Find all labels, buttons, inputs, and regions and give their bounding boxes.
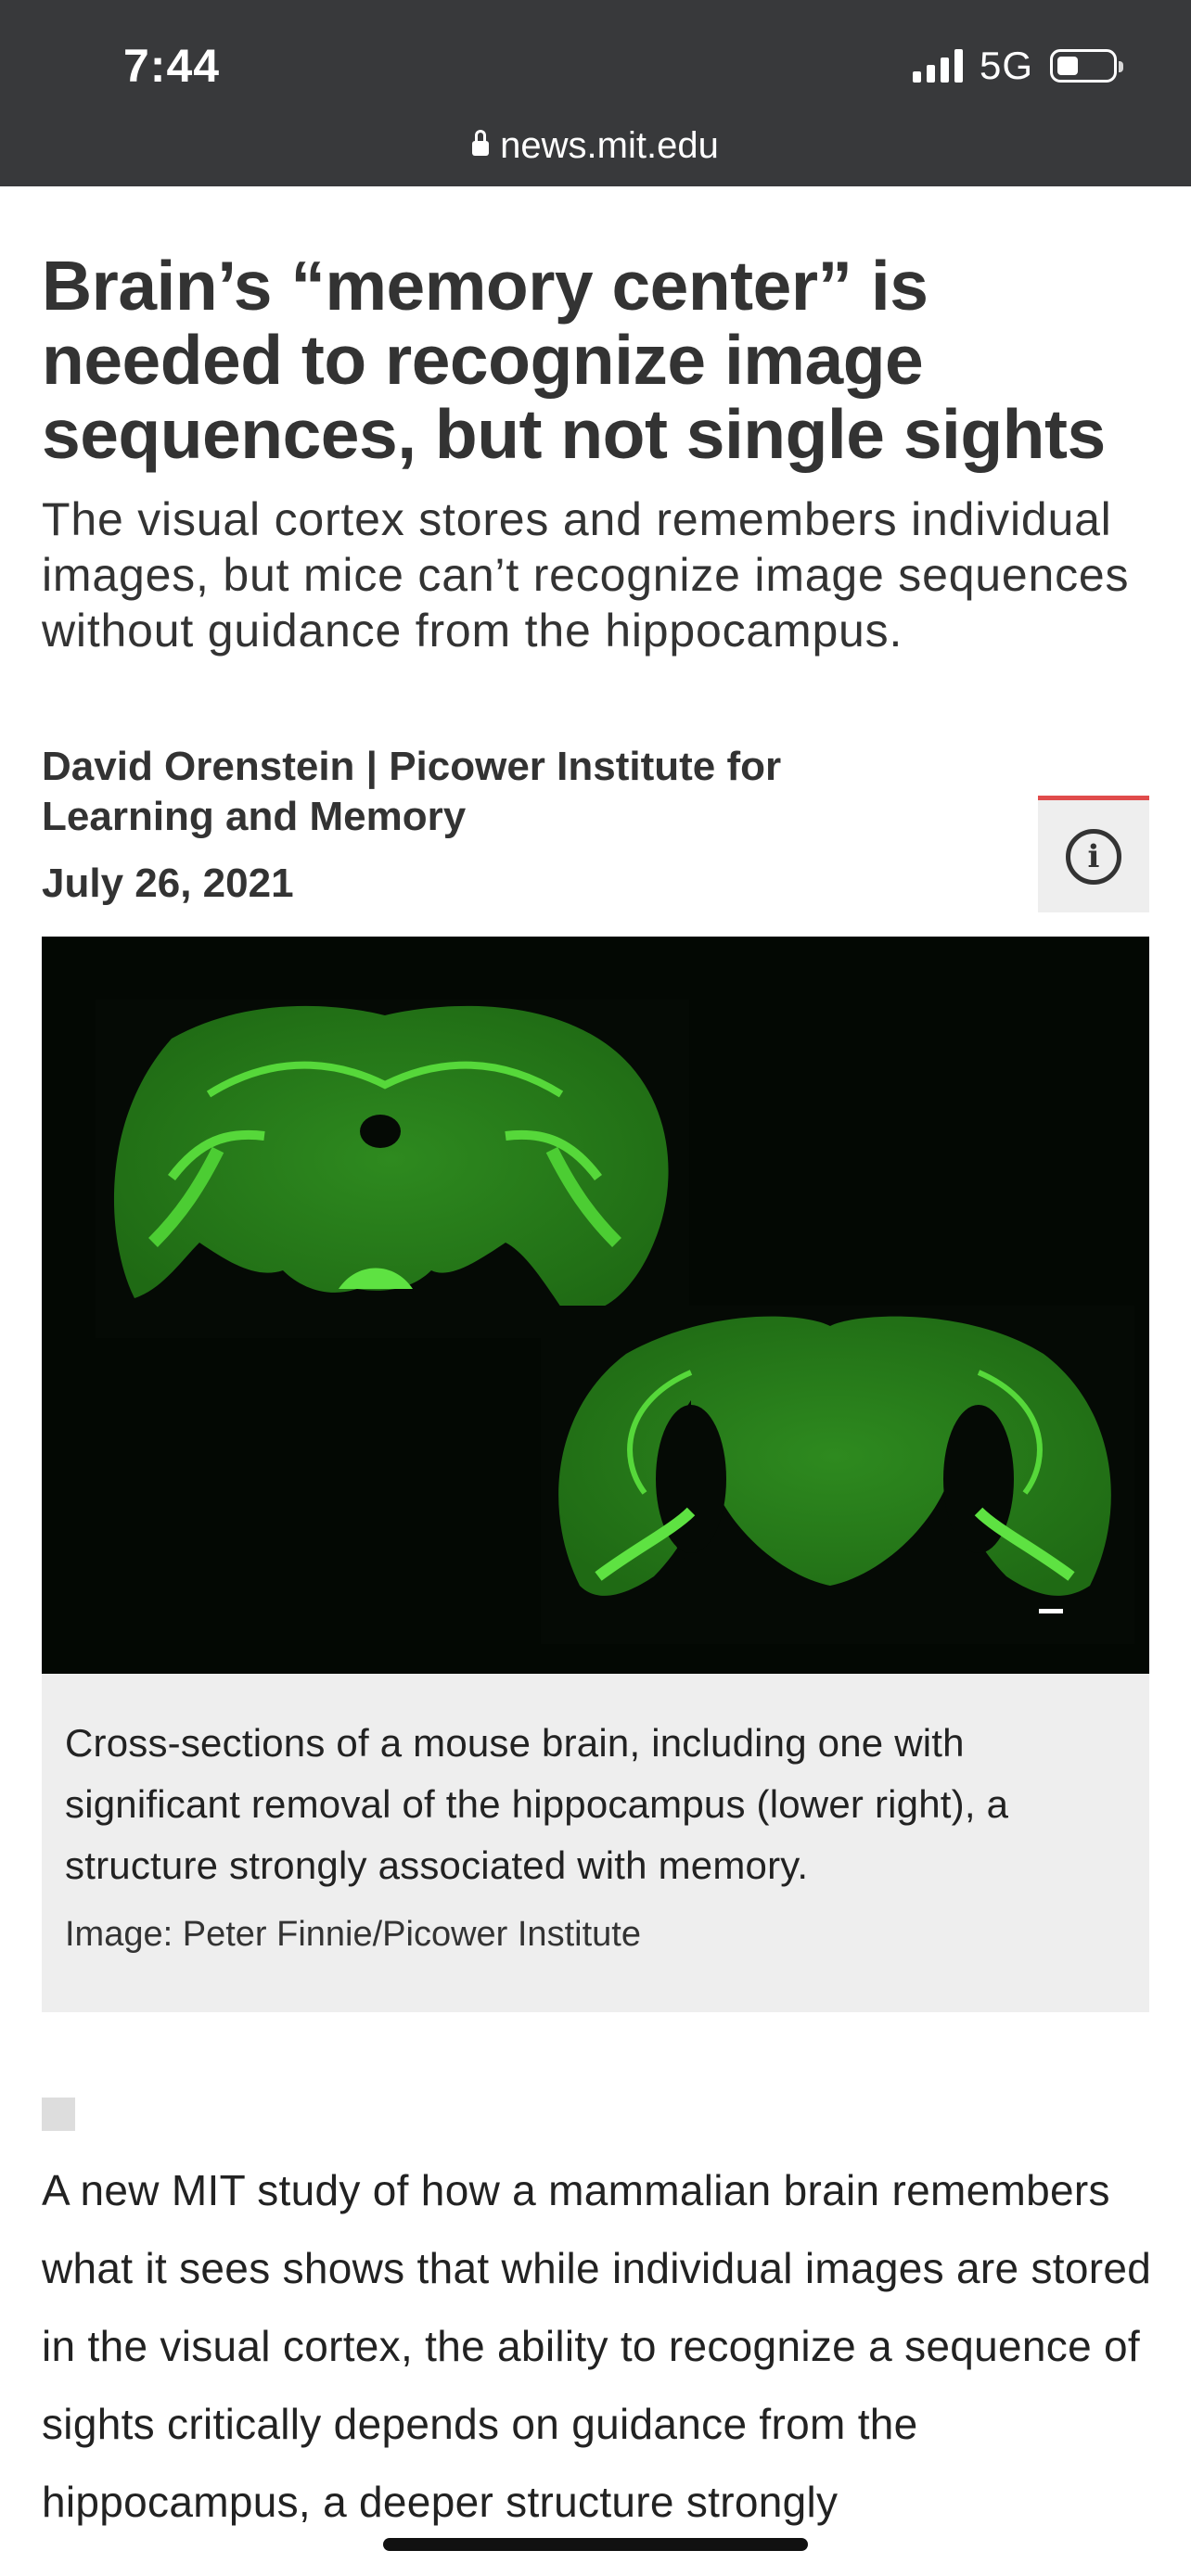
url-text: news.mit.edu <box>500 125 719 166</box>
image-credit: Image: Peter Finnie/Picower Institute <box>65 1915 641 1954</box>
network-type: 5G <box>979 44 1033 87</box>
article-body-paragraph: A new MIT study of how a mammalian brain… <box>42 2166 1152 2526</box>
lock-icon <box>472 129 490 159</box>
image-caption-box: Cross-sections of a mouse brain, includi… <box>42 1674 1149 2012</box>
browser-top-bar: 7:44 5G news.mit.edu <box>0 0 1191 186</box>
cellular-signal-icon <box>912 49 963 83</box>
address-bar[interactable]: news.mit.edu <box>0 125 1191 167</box>
image-caption: Cross-sections of a mouse brain, includi… <box>65 1721 1009 1887</box>
status-icons: 5G <box>912 43 1123 89</box>
brain-section-lower-right <box>558 1316 1111 1613</box>
article-subtitle: The visual cortex stores and remembers i… <box>42 493 1130 657</box>
info-icon: i <box>1066 828 1121 885</box>
article-image[interactable] <box>42 937 1149 1674</box>
placeholder-square <box>42 2098 75 2131</box>
article-date: July 26, 2021 <box>42 861 294 906</box>
status-time: 7:44 <box>123 40 221 92</box>
home-indicator[interactable] <box>383 2538 808 2551</box>
article-title: Brain’s “memory center” is needed to rec… <box>42 247 1106 473</box>
info-button[interactable]: i <box>1038 796 1149 912</box>
battery-icon <box>1050 49 1123 83</box>
article-byline[interactable]: David Orenstein | Picower Institute for … <box>42 742 877 842</box>
brain-cross-section-image <box>96 1000 1134 1644</box>
